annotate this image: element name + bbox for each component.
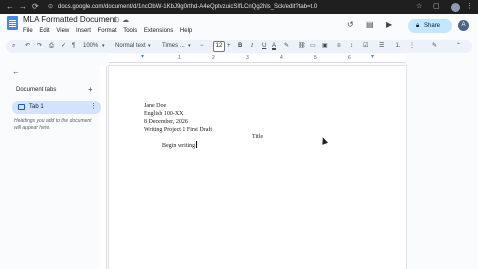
headings-hint: Headings you add to the document will ap…	[14, 118, 92, 131]
heading-line-date[interactable]: 8 December, 2026	[144, 118, 188, 126]
font-select[interactable]: Times ...	[162, 41, 185, 52]
vertical-ruler[interactable]	[100, 66, 107, 269]
menu-file[interactable]: File	[23, 28, 33, 34]
bold-button[interactable]: B	[238, 41, 242, 52]
scrollbar[interactable]	[470, 62, 478, 269]
align-icon[interactable]: ≡	[337, 41, 341, 52]
docs-header: MLA Formatted Document ☆⊡☁ File Edit Vie…	[0, 14, 478, 38]
menu-bar: File Edit View Insert Format Tools Exten…	[23, 27, 197, 35]
checklist-icon[interactable]: ☑	[363, 41, 368, 52]
chevron-down-icon: ▾	[148, 43, 151, 49]
line-spacing-icon[interactable]: ↕	[350, 41, 353, 52]
bulleted-list-icon[interactable]: ☰	[379, 41, 384, 52]
body-text: Begin writing	[162, 143, 196, 149]
paint-format-icon[interactable]: ¶	[72, 41, 75, 52]
heading-line-course[interactable]: English 100-XX	[144, 110, 184, 118]
menu-view[interactable]: View	[56, 28, 69, 34]
decrease-font-size-icon[interactable]: −	[200, 41, 204, 52]
ruler-tick: 4	[280, 55, 283, 61]
menu-edit[interactable]: Edit	[39, 28, 49, 34]
ruler-tick: 5	[314, 55, 317, 61]
share-button[interactable]: 🔒︎ Share	[408, 19, 452, 33]
redo-icon[interactable]: ↷	[37, 41, 42, 52]
menu-insert[interactable]: Insert	[76, 28, 91, 34]
menu-format[interactable]: Format	[98, 28, 117, 34]
numbered-list-icon[interactable]: ⒈	[395, 41, 401, 52]
document-title-text[interactable]: Title	[252, 133, 263, 141]
version-history-icon[interactable]: ↺	[347, 20, 354, 29]
right-indent-marker[interactable]: ▾	[371, 54, 374, 60]
tab-1[interactable]: Tab 1 ⋮	[12, 101, 101, 114]
increase-font-size-icon[interactable]: +	[227, 41, 231, 52]
browser-url-bar: ← → ⟳ ⊙ docs.google.com/document/d/1ncOb…	[0, 0, 478, 14]
add-tab-icon[interactable]: +	[88, 85, 93, 94]
meet-icon[interactable]: ▶	[386, 20, 392, 29]
hide-menus-icon[interactable]: ⌃	[456, 41, 461, 52]
add-comment-icon[interactable]: ▭	[310, 41, 316, 52]
bookmark-star-icon[interactable]: ☆	[416, 2, 422, 12]
body-paragraph[interactable]: Begin writing	[162, 141, 198, 150]
menu-extensions[interactable]: Extensions	[144, 28, 173, 34]
docs-logo-icon[interactable]	[7, 16, 18, 30]
left-indent-marker[interactable]: ▾	[141, 54, 144, 60]
chevron-down-icon: ▾	[102, 43, 105, 49]
address-bar[interactable]: docs.google.com/document/d/1ncObW-1KbJ9g…	[58, 2, 317, 12]
ruler-tick: 2	[212, 55, 215, 61]
close-panel-icon[interactable]: ←	[12, 67, 20, 76]
document-page[interactable]: Jane Doe English 100-XX 8 December, 2026…	[109, 66, 406, 269]
extensions-icon[interactable]: ▢	[433, 2, 440, 12]
search-menus-icon[interactable]: ⌕	[12, 41, 15, 52]
insert-image-icon[interactable]: ▣	[322, 41, 328, 52]
heading-line-name[interactable]: Jane Doe	[144, 102, 166, 110]
reload-icon[interactable]: ⟳	[32, 2, 39, 12]
font-size-input[interactable]: 12	[213, 41, 225, 52]
editing-mode-icon[interactable]: ✎	[432, 41, 437, 52]
document-tabs-title: Document tabs	[16, 87, 57, 93]
star-icon[interactable]: ☆	[104, 17, 113, 24]
text-color-button[interactable]: A	[272, 41, 276, 52]
chevron-down-icon: ▾	[188, 43, 191, 49]
browser-menu-icon[interactable]: ⋮	[466, 2, 473, 12]
insert-link-icon[interactable]: ⛓	[298, 41, 306, 52]
print-icon[interactable]: ⎙	[49, 41, 54, 52]
arrow-left-icon[interactable]: ←	[6, 2, 14, 12]
zoom-select[interactable]: 100%	[83, 41, 98, 52]
site-info-icon[interactable]: ⊙	[48, 2, 53, 12]
move-folder-icon[interactable]: ⊡	[113, 17, 122, 24]
tab-options-icon[interactable]: ⋮	[90, 102, 97, 111]
ruler-tick: 6	[348, 55, 351, 61]
undo-icon[interactable]: ↶	[25, 41, 30, 52]
ruler-tick: 1	[178, 55, 181, 61]
heading-line-assignment[interactable]: Writing Project 1 First Draft	[144, 126, 212, 134]
tab-icon	[18, 104, 25, 110]
cloud-status-icon[interactable]: ☁	[122, 17, 132, 24]
italic-button[interactable]: I	[251, 41, 253, 52]
title-action-icons: ☆⊡☁	[104, 16, 132, 25]
style-select[interactable]: Normal text	[115, 41, 146, 52]
browser-profile-avatar[interactable]	[451, 3, 460, 12]
horizontal-ruler[interactable]: ▾ 1 2 3 4 5 6 ▾	[109, 54, 406, 63]
document-title[interactable]: MLA Formatted Document	[23, 15, 116, 25]
underline-button[interactable]: U	[262, 41, 266, 52]
menu-tools[interactable]: Tools	[123, 28, 137, 34]
tab-label: Tab 1	[29, 104, 44, 110]
ruler-tick: 3	[246, 55, 249, 61]
comments-icon[interactable]: ▤	[366, 20, 374, 29]
menu-help[interactable]: Help	[180, 28, 192, 34]
highlight-color-icon[interactable]: ✎	[284, 41, 289, 52]
text-cursor	[196, 141, 198, 148]
lock-icon: 🔒︎	[416, 23, 420, 29]
user-avatar[interactable]: A	[458, 20, 469, 31]
arrow-right-icon[interactable]: →	[19, 2, 27, 12]
more-options-icon[interactable]: ⋮	[409, 41, 415, 52]
formatting-toolbar: ⌕ ↶ ↷ ⎙ ✓ ¶ 100% ▾ Normal text ▾ Times .…	[6, 40, 472, 53]
spellcheck-icon[interactable]: ✓	[61, 41, 66, 52]
